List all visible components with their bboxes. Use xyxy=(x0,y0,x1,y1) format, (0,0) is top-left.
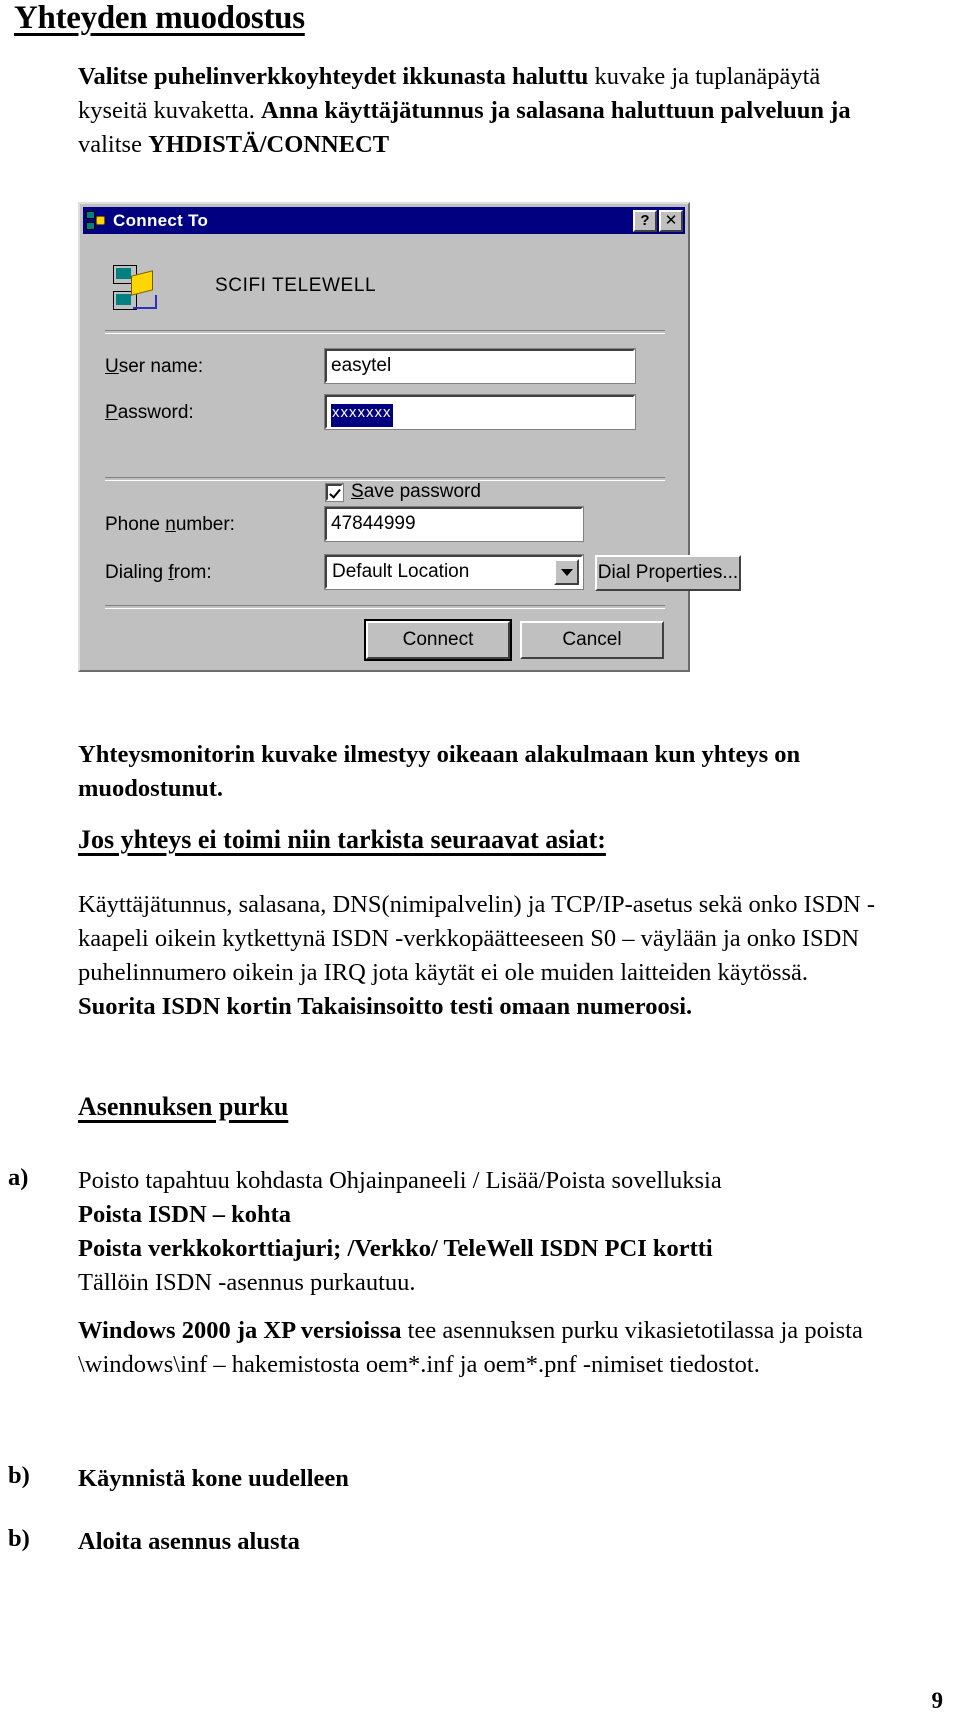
cancel-label: Cancel xyxy=(562,629,622,650)
dial-properties-label: Dial Properties... xyxy=(597,562,739,583)
list-item-b1: Käynnistä kone uudelleen xyxy=(78,1465,349,1492)
item-a-line4: Tällöin ISDN -asennus purkautuu. xyxy=(78,1269,416,1296)
intro-paragraph: Valitse puhelinverkkoyhteydet ikkunasta … xyxy=(78,60,868,162)
password-masked-value: xxxxxxx xyxy=(331,404,393,427)
intro-line2-bold: Anna käyttäjätunnus ja salasana haluttuu… xyxy=(261,97,851,124)
phone-number-input[interactable]: 47844999 xyxy=(324,506,584,542)
connection-name: SCIFI TELEWELL xyxy=(215,275,377,296)
troubleshoot-text: Käyttäjätunnus, salasana, DNS(nimipalvel… xyxy=(78,891,876,986)
connect-label: Connect xyxy=(402,629,474,650)
password-input[interactable]: xxxxxxx xyxy=(324,394,636,430)
dial-properties-button[interactable]: Dial Properties... xyxy=(595,555,741,591)
connect-to-dialog: Connect To ? ✕ SCIFI TELEWELL User name:… xyxy=(78,202,741,672)
page-number: 9 xyxy=(931,1688,944,1713)
network-connection-icon xyxy=(86,210,108,231)
monitor-note: Yhteysmonitorin kuvake ilmestyy oikeaan … xyxy=(78,741,801,802)
password-label: Password: xyxy=(105,402,194,423)
list-marker-a: a) xyxy=(8,1164,29,1191)
save-password-checkbox[interactable] xyxy=(325,482,344,502)
troubleshoot-bold: Suorita ISDN kortin Takaisinsoitto testi… xyxy=(78,993,693,1020)
phone-number-label: Phone number: xyxy=(105,514,235,535)
list-item-a: Poisto tapahtuu kohdasta Ohjainpaneeli /… xyxy=(78,1164,898,1300)
windows-note-bold: Windows 2000 ja XP versioissa xyxy=(78,1317,402,1344)
dial-up-connection-icon xyxy=(113,265,161,313)
item-a-line3: Poista verkkokorttiajuri; /Verkko/ TeleW… xyxy=(78,1235,713,1262)
user-name-label: User name: xyxy=(105,356,204,377)
list-item-b2: Aloita asennus alusta xyxy=(78,1528,300,1555)
intro-rest-line1: kuvake ja tuplanäpäytä xyxy=(588,63,821,90)
save-password-row[interactable]: Save password xyxy=(325,481,481,503)
item-a-line1: Poisto tapahtuu kohdasta Ohjainpaneeli /… xyxy=(78,1167,722,1194)
help-icon[interactable]: ? xyxy=(633,209,657,232)
windows-note-rest: tee asennuksen purku vikasietotilassa ja xyxy=(401,1317,799,1344)
page-title: Yhteyden muodostus xyxy=(14,0,305,36)
intro-line3-bold: YHDISTÄ/CONNECT xyxy=(148,131,390,158)
dialing-from-value: Default Location xyxy=(332,561,470,582)
uninstall-heading: Asennuksen purku xyxy=(78,1092,289,1121)
intro-line2-normal: kyseitä kuvaketta. xyxy=(78,97,262,124)
close-icon[interactable]: ✕ xyxy=(659,209,683,232)
item-a-line2: Poista ISDN – kohta xyxy=(78,1201,292,1228)
connect-button[interactable]: Connect xyxy=(366,621,510,659)
intro-line3-normal: valitse xyxy=(78,131,149,158)
divider-middle xyxy=(105,477,665,481)
user-name-input[interactable]: easytel xyxy=(324,348,636,384)
chevron-down-icon[interactable] xyxy=(554,559,579,585)
troubleshoot-heading: Jos yhteys ei toimi niin tarkista seuraa… xyxy=(78,825,606,854)
cancel-button[interactable]: Cancel xyxy=(520,621,664,659)
dialing-from-label: Dialing from: xyxy=(105,562,212,583)
dialog-titlebar[interactable]: Connect To ? ✕ xyxy=(83,207,685,234)
save-password-label: Save password xyxy=(351,481,481,502)
divider-bottom xyxy=(105,605,665,609)
dialing-from-select[interactable]: Default Location xyxy=(324,554,584,590)
windows-note: Windows 2000 ja XP versioissa tee asennu… xyxy=(78,1314,908,1382)
list-marker-b1: b) xyxy=(8,1462,30,1489)
list-marker-b2: b) xyxy=(8,1525,30,1552)
intro-bold-lead: Valitse puhelinverkkoyhteydet ikkunasta … xyxy=(78,63,589,90)
dialog-body: SCIFI TELEWELL User name: easytel Passwo… xyxy=(83,237,741,667)
troubleshoot-paragraph: Käyttäjätunnus, salasana, DNS(nimipalvel… xyxy=(78,888,888,1024)
divider-top xyxy=(105,330,665,334)
dialog-title: Connect To xyxy=(113,210,209,230)
